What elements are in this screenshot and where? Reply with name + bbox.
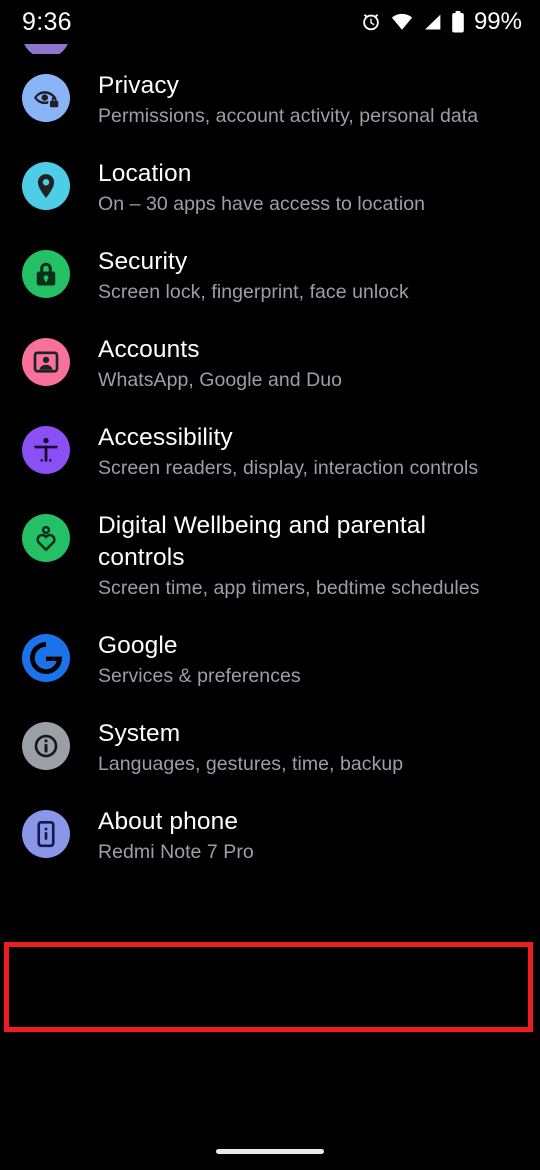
settings-row-title: Location (98, 160, 192, 187)
system-info-icon (22, 722, 70, 770)
security-lock-icon (22, 250, 70, 298)
privacy-eye-lock-icon (22, 74, 70, 122)
settings-row-title: About phone (98, 808, 239, 835)
settings-row-subtitle: Languages, gestures, time, backup (98, 753, 404, 775)
location-pin-icon (22, 162, 70, 210)
settings-row-title: Digital Wellbeing and parental controls (98, 512, 427, 571)
signal-icon (422, 11, 443, 33)
settings-row-accounts[interactable]: Accounts WhatsApp, Google and Duo (0, 320, 540, 408)
status-bar: 9:36 99% (0, 0, 540, 44)
wifi-icon (390, 11, 414, 33)
alarm-icon (360, 11, 382, 33)
about-phone-icon (22, 810, 70, 858)
settings-row-security[interactable]: Security Screen lock, fingerprint, face … (0, 232, 540, 320)
settings-row-subtitle: Screen time, app timers, bedtime schedul… (98, 577, 480, 599)
accounts-person-icon (22, 338, 70, 386)
settings-row-subtitle: WhatsApp, Google and Duo (98, 369, 343, 391)
settings-row-title: Accessibility (98, 424, 233, 451)
settings-row-digital-wellbeing[interactable]: Digital Wellbeing and parental controls … (0, 496, 540, 616)
accessibility-icon (22, 426, 70, 474)
settings-row-location[interactable]: Location On – 30 apps have access to loc… (0, 144, 540, 232)
settings-row-subtitle: On – 30 apps have access to location (98, 193, 426, 215)
settings-row-privacy[interactable]: Privacy Permissions, account activity, p… (0, 56, 540, 144)
settings-row-subtitle: Redmi Note 7 Pro (98, 841, 254, 863)
settings-row-title: Accounts (98, 336, 200, 363)
status-bar-clock: 9:36 (22, 7, 72, 36)
settings-row-title: Security (98, 248, 188, 275)
settings-row-subtitle: Screen readers, display, interaction con… (98, 457, 479, 479)
settings-row-system[interactable]: System Languages, gestures, time, backup (0, 704, 540, 792)
google-g-icon (22, 634, 70, 682)
settings-row-google[interactable]: Google Services & preferences (0, 616, 540, 704)
system-row-highlight-box (4, 942, 533, 1032)
settings-row-accessibility[interactable]: Accessibility Screen readers, display, i… (0, 408, 540, 496)
settings-row-subtitle: Services & preferences (98, 665, 301, 687)
battery-percent-label: 99% (473, 8, 522, 35)
status-bar-icons: 99% (360, 8, 522, 36)
digital-wellbeing-heart-icon (22, 514, 70, 562)
settings-row-title: System (98, 720, 181, 747)
settings-row-subtitle: Screen lock, fingerprint, face unlock (98, 281, 409, 303)
home-gesture-bar[interactable] (216, 1149, 324, 1154)
settings-list: Privacy Permissions, account activity, p… (0, 56, 540, 880)
battery-icon (451, 10, 465, 34)
settings-row-title: Google (98, 632, 178, 659)
settings-row-title: Privacy (98, 72, 180, 99)
settings-row-about-phone[interactable]: About phone Redmi Note 7 Pro (0, 792, 540, 880)
settings-row-subtitle: Permissions, account activity, personal … (98, 105, 479, 127)
